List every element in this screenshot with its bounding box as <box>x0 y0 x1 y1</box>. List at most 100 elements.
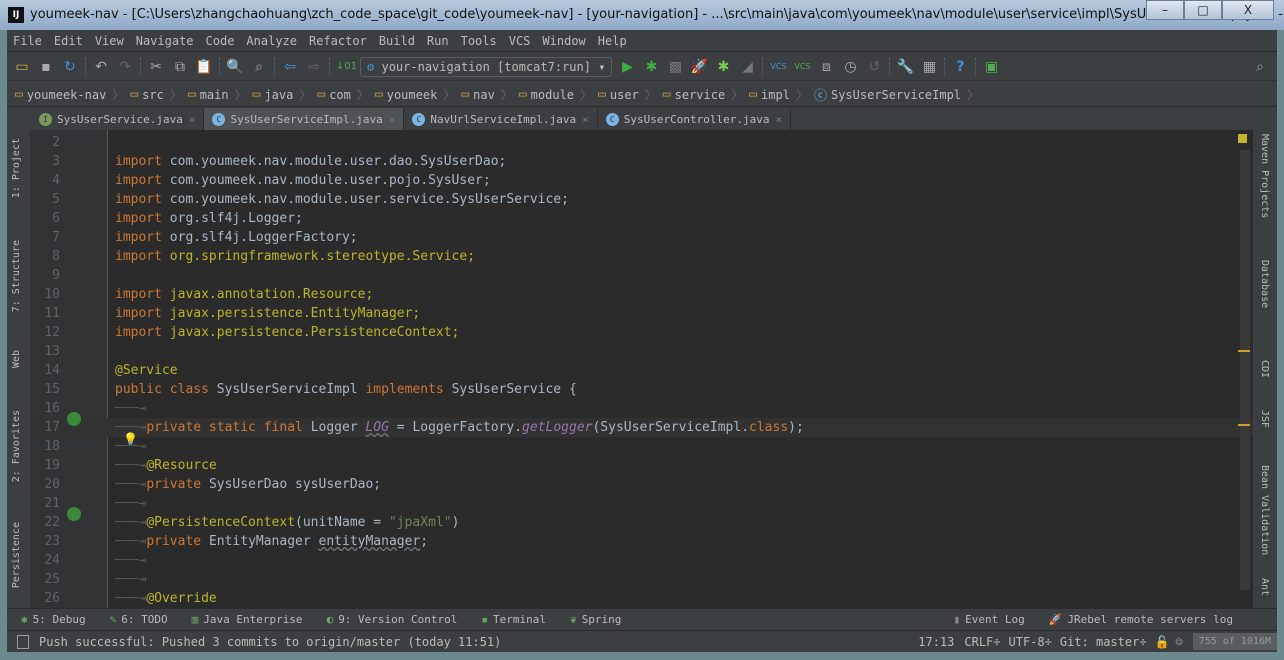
menu-window[interactable]: Window <box>542 34 585 48</box>
close-tab-icon[interactable]: × <box>189 113 196 126</box>
copy-icon[interactable]: ⧉ <box>171 58 189 76</box>
tool-window-terminal[interactable]: ▪ Terminal <box>481 613 546 626</box>
open-folder-icon[interactable]: ▭ <box>13 58 31 76</box>
run-configuration-select[interactable]: ⚙ your-navigation [tomcat7:run] ▾ <box>360 56 613 77</box>
breadcrumb-impl[interactable]: ▭ impl 〉 <box>749 86 808 103</box>
tab-sysusercontroller[interactable]: C SysUserController.java × <box>598 108 792 130</box>
coverage-icon[interactable]: ▩ <box>666 58 684 76</box>
memory-indicator[interactable]: 755 of 1016M <box>1192 633 1277 650</box>
menu-run[interactable]: Run <box>427 34 449 48</box>
inspector-icon[interactable]: ☺ <box>1176 635 1183 649</box>
menu-vcs[interactable]: VCS <box>509 34 531 48</box>
project-structure-icon[interactable]: ▦ <box>920 58 938 76</box>
jrebel-debug-icon[interactable]: ✱ <box>714 58 732 76</box>
lock-icon[interactable]: 🔓 <box>1155 635 1170 649</box>
menu-analyze[interactable]: Analyze <box>246 34 297 48</box>
settings-icon[interactable]: 🔧 <box>896 58 914 76</box>
tool-window-todo[interactable]: ✎ 6: TODO <box>110 613 168 626</box>
tab-navurlserviceimpl[interactable]: C NavUrlServiceImpl.java × <box>404 108 598 130</box>
breadcrumb-youmeek[interactable]: ▭ youmeek 〉 <box>375 86 455 103</box>
breadcrumb-src[interactable]: ▭ src 〉 <box>130 86 182 103</box>
redo-icon[interactable]: ↷ <box>116 58 134 76</box>
lightbulb-icon[interactable]: 💡 <box>123 432 138 446</box>
tool-window-web[interactable]: Web <box>11 350 22 368</box>
menu-code[interactable]: Code <box>206 34 235 48</box>
replace-icon[interactable]: ⌕ <box>250 58 268 76</box>
breadcrumb-service[interactable]: ▭ service 〉 <box>663 86 743 103</box>
tool-window-maven[interactable]: Maven Projects <box>1259 134 1270 218</box>
vcs-compare-icon[interactable]: ⧈ <box>817 58 835 76</box>
find-icon[interactable]: 🔍 <box>226 58 244 76</box>
tool-window-java-enterprise[interactable]: ▥ Java Enterprise <box>192 613 303 626</box>
warning-mark[interactable] <box>1238 424 1250 426</box>
undo-icon[interactable]: ↶ <box>92 58 110 76</box>
jrebel-run-icon[interactable]: 🚀 <box>690 58 708 76</box>
debug-icon[interactable]: ✱ <box>642 58 660 76</box>
breadcrumb-youmeek-nav[interactable]: ▭ youmeek-nav 〉 <box>15 86 124 103</box>
paste-icon[interactable]: 📋 <box>195 58 213 76</box>
tool-window-cdi[interactable]: CDI <box>1259 360 1270 378</box>
tool-window-jsf[interactable]: JSF <box>1259 410 1270 428</box>
breadcrumb-user[interactable]: ▭ user 〉 <box>598 86 657 103</box>
run-icon[interactable]: ▶ <box>618 58 636 76</box>
revert-icon[interactable]: ↺ <box>865 58 883 76</box>
warning-mark[interactable] <box>1238 350 1250 352</box>
search-everywhere-icon[interactable]: ⌕ <box>1251 58 1269 76</box>
cut-icon[interactable]: ✂ <box>147 58 165 76</box>
sdk-icon[interactable]: ▣ <box>982 58 1000 76</box>
event-log-button[interactable]: ▮ Event Log <box>953 613 1024 626</box>
file-encoding[interactable]: UTF-8÷ <box>1009 635 1052 649</box>
git-branch[interactable]: Git: master÷ <box>1060 635 1147 649</box>
implements-gutter-icon[interactable] <box>67 412 81 426</box>
breadcrumb-com[interactable]: ▭ com 〉 <box>317 86 369 103</box>
editor-scrollbar[interactable] <box>1238 150 1250 590</box>
jrebel-log-button[interactable]: 🚀 JRebel remote servers log <box>1049 613 1233 626</box>
sync-icon[interactable]: ↻ <box>61 58 79 76</box>
vcs-update-icon[interactable]: VCS <box>769 58 787 76</box>
tool-window-ant[interactable]: Ant <box>1259 578 1270 596</box>
tab-sysuserserviceimpl[interactable]: C SysUserServiceImpl.java × <box>204 108 405 130</box>
tool-window-debug[interactable]: ✱ 5: Debug <box>21 613 86 626</box>
help-icon[interactable]: ? <box>951 58 969 76</box>
breadcrumb-nav[interactable]: ▭ nav 〉 <box>461 86 513 103</box>
tool-window-persistence[interactable]: Persistence <box>11 522 22 588</box>
back-icon[interactable]: ⇦ <box>281 58 299 76</box>
menu-edit[interactable]: Edit <box>54 34 83 48</box>
tool-window-database[interactable]: Database <box>1259 260 1270 308</box>
tool-window-version-control[interactable]: ◐ 9: Version Control <box>327 613 458 626</box>
injection-gutter-icon[interactable] <box>67 507 81 521</box>
stop-icon[interactable]: ◢ <box>738 58 756 76</box>
tool-window-favorites[interactable]: 2: Favorites <box>11 410 22 482</box>
tab-sysuserservice[interactable]: I SysUserService.java × <box>31 108 205 130</box>
menu-tools[interactable]: Tools <box>461 34 497 48</box>
breadcrumb-java[interactable]: ▭ java 〉 <box>253 86 312 103</box>
close-tab-icon[interactable]: × <box>389 113 396 126</box>
forward-icon[interactable]: ⇨ <box>305 58 323 76</box>
caret-position[interactable]: 17:13 <box>918 635 954 649</box>
tool-window-structure[interactable]: 7: Structure <box>11 240 22 312</box>
breadcrumb-main[interactable]: ▭ main 〉 <box>188 86 247 103</box>
toggle-tool-windows-icon[interactable] <box>17 634 29 649</box>
inspection-status-icon[interactable] <box>1238 134 1247 143</box>
breadcrumb-sysuserserviceimpl[interactable]: ⓒ SysUserServiceImpl 〉 <box>814 85 979 105</box>
close-tab-icon[interactable]: × <box>775 113 782 126</box>
maximize-button[interactable]: □ <box>1184 0 1222 20</box>
minimize-button[interactable]: – <box>1146 0 1184 20</box>
save-icon[interactable]: ▪ <box>37 58 55 76</box>
status-message[interactable]: Push successful: Pushed 3 commits to ori… <box>39 635 501 649</box>
breadcrumb-module[interactable]: ▭ module 〉 <box>519 86 592 103</box>
menu-help[interactable]: Help <box>598 34 627 48</box>
close-button[interactable]: X <box>1222 0 1274 20</box>
code-editor[interactable]: 2 3 import com.youmeek.nav.module.user.dao… <box>30 130 1253 608</box>
vcs-history-icon[interactable]: ◷ <box>841 58 859 76</box>
menu-navigate[interactable]: Navigate <box>136 34 194 48</box>
tool-window-project[interactable]: 1: Project <box>11 138 22 198</box>
tool-window-bean-validation[interactable]: Bean Validation <box>1259 465 1270 555</box>
menu-build[interactable]: Build <box>379 34 415 48</box>
close-tab-icon[interactable]: × <box>582 113 589 126</box>
vcs-commit-icon[interactable]: VCS <box>793 58 811 76</box>
line-separator[interactable]: CRLF÷ <box>964 635 1000 649</box>
tool-window-spring[interactable]: ❦ Spring <box>570 613 621 626</box>
menu-refactor[interactable]: Refactor <box>309 34 367 48</box>
make-project-icon[interactable]: ↓01 <box>336 58 357 76</box>
